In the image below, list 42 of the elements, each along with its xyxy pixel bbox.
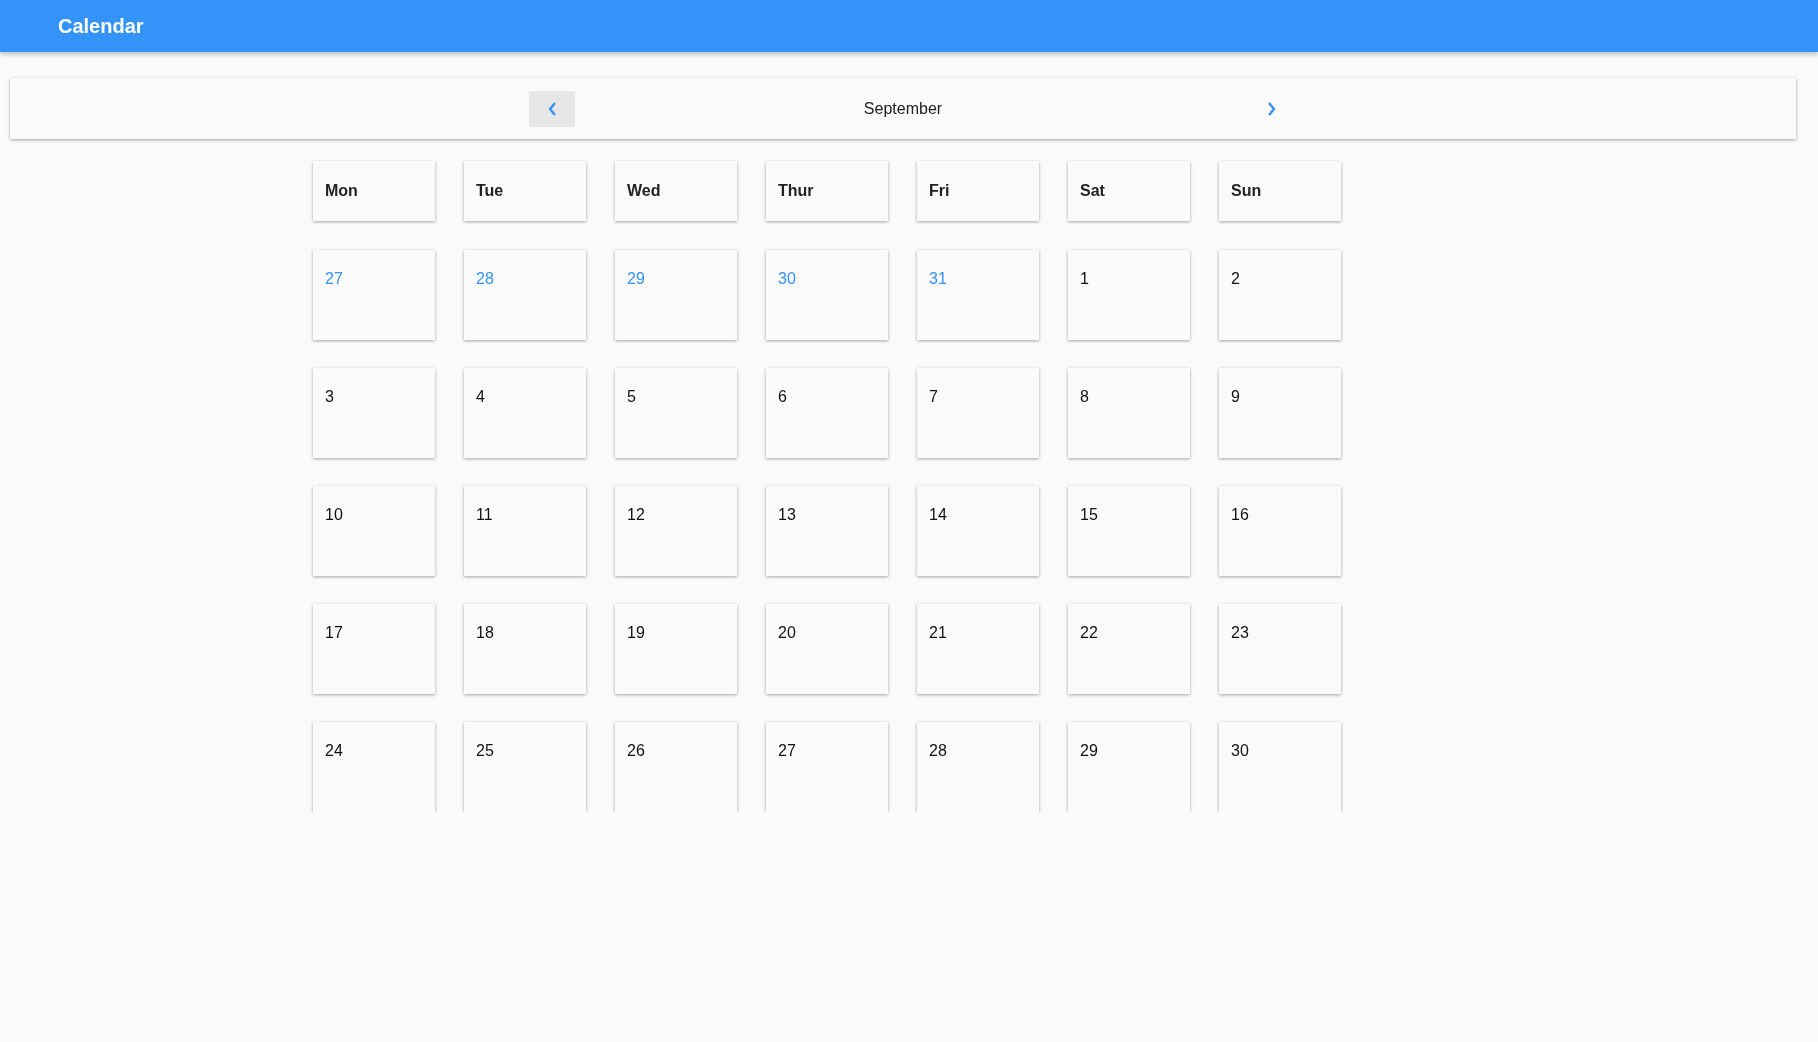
weekday-header: Tue <box>464 161 586 221</box>
day-cell[interactable]: 11 <box>464 486 586 576</box>
day-cell[interactable]: 6 <box>766 368 888 458</box>
day-cell[interactable]: 18 <box>464 604 586 694</box>
month-label: September <box>862 99 944 118</box>
day-cell[interactable]: 23 <box>1219 604 1341 694</box>
day-cell[interactable]: 29 <box>1068 722 1190 812</box>
day-cell[interactable]: 4 <box>464 368 586 458</box>
weekday-header: Sun <box>1219 161 1341 221</box>
day-cell[interactable]: 30 <box>1219 722 1341 812</box>
day-cell[interactable]: 5 <box>615 368 737 458</box>
day-cell[interactable]: 9 <box>1219 368 1341 458</box>
day-cell[interactable]: 2 <box>1219 250 1341 340</box>
day-cell[interactable]: 28 <box>917 722 1039 812</box>
weekday-header: Wed <box>615 161 737 221</box>
day-cell[interactable]: 3 <box>313 368 435 458</box>
previous-month-button[interactable] <box>529 90 576 127</box>
day-cell[interactable]: 27 <box>766 722 888 812</box>
weekday-header: Fri <box>917 161 1039 221</box>
day-cell[interactable]: 20 <box>766 604 888 694</box>
day-cell[interactable]: 1 <box>1068 250 1190 340</box>
day-cell[interactable]: 24 <box>313 722 435 812</box>
day-cell[interactable]: 7 <box>917 368 1039 458</box>
weekday-header: Mon <box>313 161 435 221</box>
weekday-header: Sat <box>1068 161 1190 221</box>
day-cell[interactable]: 16 <box>1219 486 1341 576</box>
day-cell[interactable]: 17 <box>313 604 435 694</box>
day-cell[interactable]: 21 <box>917 604 1039 694</box>
weekday-header: Thur <box>766 161 888 221</box>
chevron-left-icon <box>547 101 557 116</box>
day-cell[interactable]: 8 <box>1068 368 1190 458</box>
day-cell[interactable]: 13 <box>766 486 888 576</box>
day-cell[interactable]: 15 <box>1068 486 1190 576</box>
day-cell[interactable]: 22 <box>1068 604 1190 694</box>
day-cell[interactable]: 25 <box>464 722 586 812</box>
app-title: Calendar <box>58 14 144 38</box>
day-cell[interactable]: 10 <box>313 486 435 576</box>
day-cell[interactable]: 14 <box>917 486 1039 576</box>
day-cell[interactable]: 19 <box>615 604 737 694</box>
day-cell[interactable]: 12 <box>615 486 737 576</box>
chevron-right-icon <box>1266 101 1276 116</box>
day-cell[interactable]: 26 <box>615 722 737 812</box>
